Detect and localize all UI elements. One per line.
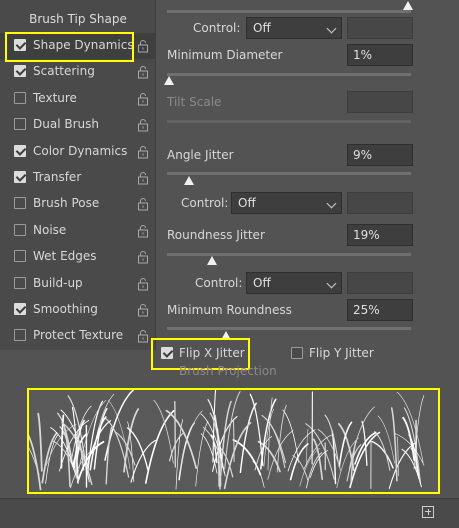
lock-icon[interactable] xyxy=(137,303,149,317)
list-item-transfer[interactable]: Transfer xyxy=(0,165,156,191)
brush-projection-label: Brush Projection xyxy=(179,364,277,378)
list-item-label: Protect Texture xyxy=(33,328,124,343)
list-item-wet-edges[interactable]: Wet Edges xyxy=(0,244,156,270)
size-jitter-slider-track[interactable] xyxy=(167,10,411,13)
size-control-field xyxy=(347,17,413,39)
list-item-noise[interactable]: Noise xyxy=(0,218,156,244)
minimum-diameter-input[interactable]: 1% xyxy=(347,44,413,66)
angle-jitter-input[interactable]: 9% xyxy=(347,144,413,166)
size-jitter-slider-thumb[interactable] xyxy=(403,1,413,10)
minimum-roundness-slider-track[interactable] xyxy=(167,327,411,330)
list-item-texture[interactable]: Texture xyxy=(0,86,156,112)
list-item-protect-texture[interactable]: Protect Texture xyxy=(0,323,156,349)
brush-stroke-preview xyxy=(27,388,440,494)
chevron-down-icon xyxy=(326,198,337,209)
list-item-dual-brush[interactable]: Dual Brush xyxy=(0,112,156,138)
angle-control-label: Control: xyxy=(181,196,229,210)
lock-icon[interactable] xyxy=(137,224,149,238)
roundness-jitter-input[interactable]: 19% xyxy=(347,224,413,246)
list-item-brush-pose[interactable]: Brush Pose xyxy=(0,191,156,217)
list-item-color-dynamics[interactable]: Color Dynamics xyxy=(0,139,156,165)
size-control-dropdown[interactable]: Off xyxy=(246,17,342,39)
angle-control-dropdown[interactable]: Off xyxy=(231,192,342,214)
highlight-shape-dynamics xyxy=(5,32,134,62)
lock-icon[interactable] xyxy=(137,250,149,264)
lock-icon[interactable] xyxy=(137,197,149,211)
list-item-label: Transfer xyxy=(33,170,82,184)
roundness-jitter-slider-track[interactable] xyxy=(167,253,411,256)
checkbox[interactable] xyxy=(14,303,26,315)
checkbox[interactable] xyxy=(14,329,26,342)
angle-control-value: Off xyxy=(238,196,256,210)
flip-y-jitter-checkbox[interactable] xyxy=(291,347,303,359)
new-brush-icon[interactable] xyxy=(422,506,434,518)
minimum-roundness-input[interactable]: 25% xyxy=(347,299,413,321)
flip-x-jitter-label: Flip X Jitter xyxy=(179,346,245,360)
checkbox[interactable] xyxy=(14,197,26,210)
lock-icon[interactable] xyxy=(137,92,149,106)
list-item-build-up[interactable]: Build-up xyxy=(0,271,156,297)
list-item-label: Dual Brush xyxy=(33,117,99,132)
lock-icon[interactable] xyxy=(137,65,149,79)
tilt-scale-slider-track xyxy=(167,120,411,123)
angle-control-field xyxy=(347,192,413,214)
checkbox[interactable] xyxy=(14,118,26,131)
checkbox[interactable] xyxy=(14,171,26,183)
checkbox[interactable] xyxy=(14,65,26,78)
angle-jitter-slider-track[interactable] xyxy=(167,172,411,175)
bottom-bar xyxy=(0,498,459,528)
list-item-label: Build-up xyxy=(33,275,83,290)
roundness-control-value: Off xyxy=(253,276,271,290)
size-control-label: Control: xyxy=(193,21,241,35)
minimum-diameter-slider-track[interactable] xyxy=(167,73,411,76)
tilt-scale-label: Tilt Scale xyxy=(167,95,222,109)
lock-icon[interactable] xyxy=(137,171,149,185)
roundness-jitter-slider-thumb[interactable] xyxy=(207,256,217,265)
list-item-label: Color Dynamics xyxy=(33,143,128,158)
grass-stroke-preview-image xyxy=(29,390,425,491)
angle-jitter-slider-thumb[interactable] xyxy=(184,176,194,185)
roundness-control-field xyxy=(347,272,413,294)
list-item-label: Scattering xyxy=(33,64,95,79)
lock-icon[interactable] xyxy=(137,329,149,343)
checkbox[interactable] xyxy=(14,250,26,263)
list-item-scattering[interactable]: Scattering xyxy=(0,59,156,85)
lock-icon[interactable] xyxy=(137,118,149,132)
chevron-down-icon xyxy=(326,278,337,289)
list-item-label: Wet Edges xyxy=(33,249,97,264)
minimum-roundness-label: Minimum Roundness xyxy=(167,303,292,317)
lock-icon[interactable] xyxy=(137,39,149,53)
roundness-control-dropdown[interactable]: Off xyxy=(246,272,342,294)
list-item-label: Brush Pose xyxy=(33,196,100,211)
lock-icon[interactable] xyxy=(137,277,149,291)
roundness-jitter-label: Roundness Jitter xyxy=(167,228,265,242)
checkbox[interactable] xyxy=(14,223,26,236)
chevron-down-icon xyxy=(326,23,337,34)
lock-icon[interactable] xyxy=(137,145,149,159)
checkbox[interactable] xyxy=(14,144,26,157)
checkbox[interactable] xyxy=(14,91,26,104)
checkbox[interactable] xyxy=(14,276,26,289)
minimum-diameter-label: Minimum Diameter xyxy=(167,48,283,62)
flip-y-jitter-label: Flip Y Jitter xyxy=(309,346,374,360)
list-item-smoothing[interactable]: Smoothing xyxy=(0,297,156,323)
list-item-label: Texture xyxy=(33,90,77,105)
roundness-control-label: Control: xyxy=(195,276,243,290)
list-item-label: Smoothing xyxy=(33,302,98,316)
list-item-brush-tip-shape[interactable]: Brush Tip Shape xyxy=(0,6,156,32)
minimum-diameter-slider-thumb[interactable] xyxy=(164,76,174,85)
angle-jitter-label: Angle Jitter xyxy=(167,148,234,162)
size-control-value: Off xyxy=(253,21,271,35)
tilt-scale-input xyxy=(347,91,413,113)
list-item-label: Noise xyxy=(33,222,67,237)
flip-x-jitter-checkbox[interactable] xyxy=(161,347,173,359)
